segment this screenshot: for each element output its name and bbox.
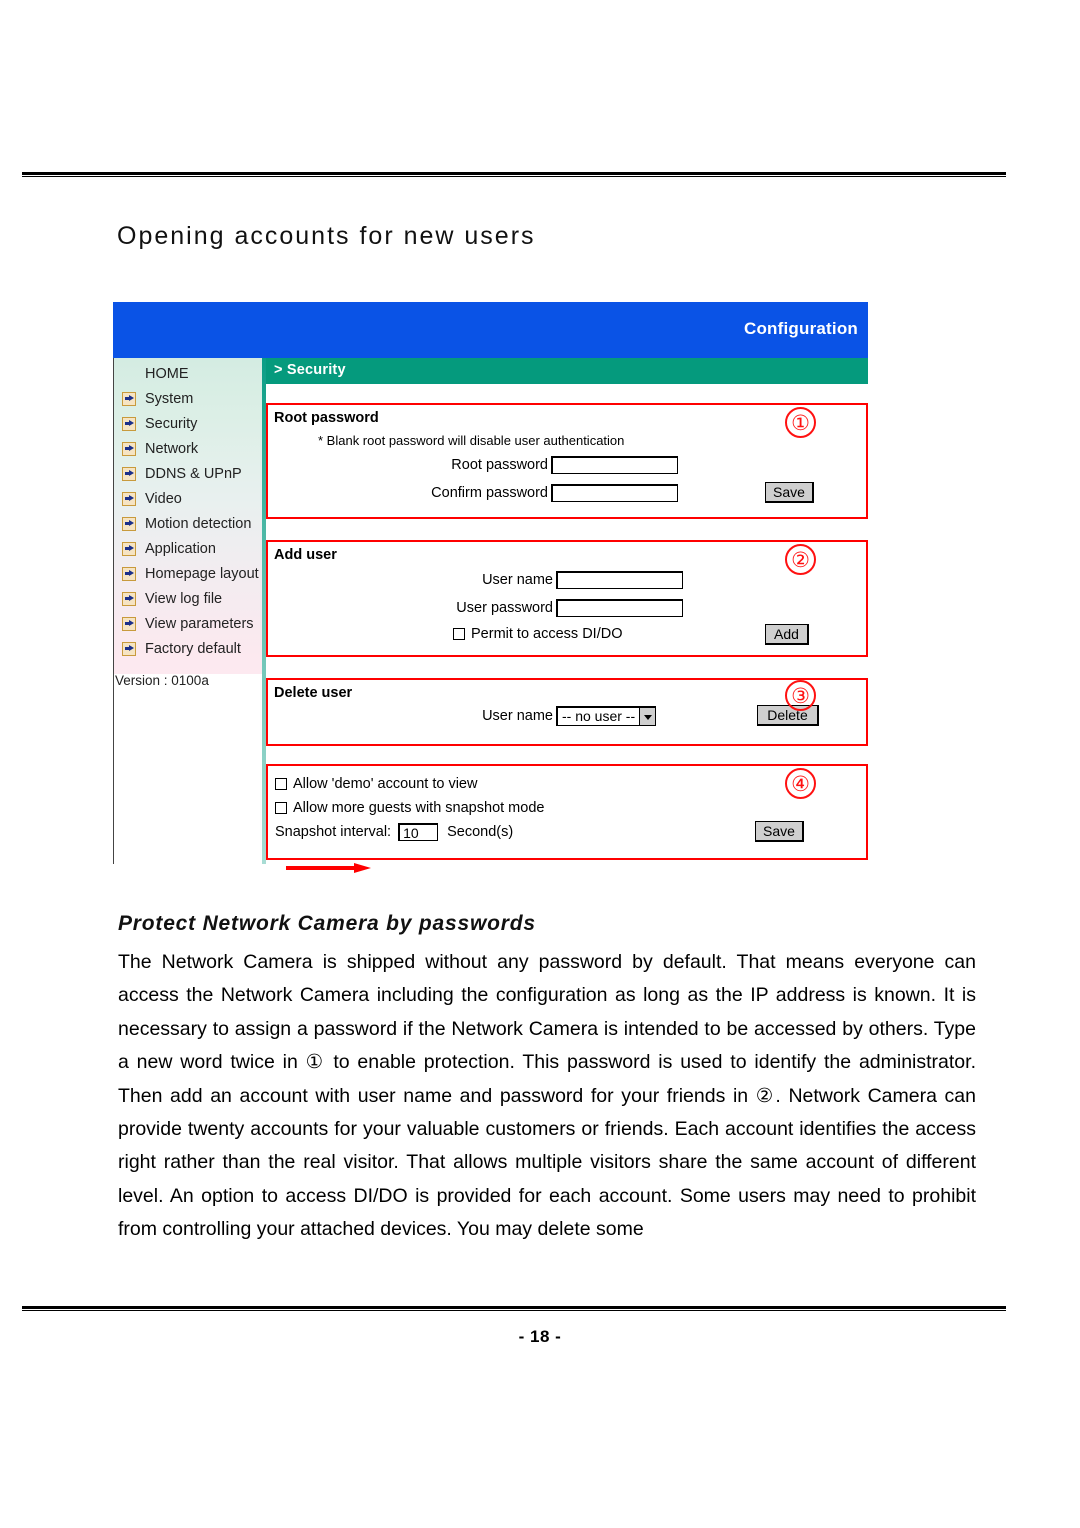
sidebar-item-label: Video — [145, 490, 182, 507]
sidebar: HOME System Security Network DDNS & UPnP… — [114, 358, 262, 674]
allow-demo-row[interactable]: Allow 'demo' account to view — [275, 776, 477, 792]
add-user-name-input[interactable] — [556, 571, 683, 589]
root-password-row: Root password — [408, 456, 678, 474]
guest-options-save-button[interactable]: Save — [755, 821, 804, 842]
sidebar-item-label: DDNS & UPnP — [145, 465, 242, 482]
guest-options-panel: Allow 'demo' account to view Allow more … — [266, 764, 868, 860]
add-user-password-label: User password — [456, 600, 553, 616]
sidebar-item-video[interactable]: Video — [122, 486, 182, 511]
app-title: Configuration — [743, 319, 858, 338]
delete-user-name-row: User name -- no user -- — [413, 706, 656, 726]
sidebar-item-label: Application — [145, 540, 216, 557]
allow-demo-checkbox[interactable] — [275, 778, 287, 790]
sidebar-item-home[interactable]: HOME — [122, 361, 189, 386]
step-marker-2: ② — [785, 544, 816, 575]
root-password-input[interactable] — [551, 456, 678, 474]
page-title: Opening accounts for new users — [117, 222, 536, 250]
add-user-password-row: User password — [413, 599, 683, 617]
body-paragraph: The Network Camera is shipped without an… — [118, 951, 976, 1241]
add-user-name-row: User name — [413, 571, 683, 589]
delete-user-selected-value: -- no user -- — [562, 708, 636, 724]
confirm-password-label: Confirm password — [431, 485, 548, 501]
snapshot-interval-label: Snapshot interval: — [275, 824, 392, 840]
snapshot-interval-unit: Second(s) — [447, 824, 514, 840]
breadcrumb: > Security — [274, 362, 346, 378]
delete-user-title: Delete user — [274, 685, 353, 701]
firmware-version: Version : 0100a — [115, 673, 209, 688]
allow-guests-checkbox[interactable] — [275, 802, 287, 814]
snapshot-interval-input[interactable]: 10 — [398, 823, 439, 841]
root-password-save-button[interactable]: Save — [765, 482, 814, 503]
sidebar-item-label: HOME — [145, 365, 189, 382]
arrow-icon — [122, 591, 136, 606]
sidebar-item-security[interactable]: Security — [122, 411, 197, 436]
red-pointer-arrow-icon — [286, 863, 372, 873]
sidebar-item-label: Homepage layout — [145, 565, 259, 582]
arrow-icon — [122, 466, 136, 481]
confirm-password-row: Confirm password — [408, 484, 678, 502]
permit-dido-label: Permit to access DI/DO — [471, 626, 623, 642]
step-marker-1: ① — [785, 407, 816, 438]
footer-rule — [22, 1306, 1006, 1312]
add-user-password-input[interactable] — [556, 599, 683, 617]
sidebar-item-application[interactable]: Application — [122, 536, 216, 561]
page-number: - 18 - — [518, 1327, 562, 1346]
sidebar-lower-blank — [114, 674, 262, 864]
permit-dido-checkbox[interactable] — [453, 628, 465, 640]
sidebar-item-network[interactable]: Network — [122, 436, 198, 461]
arrow-icon — [122, 641, 136, 656]
arrow-icon — [122, 391, 136, 406]
permit-dido-row[interactable]: Permit to access DI/DO — [453, 626, 622, 642]
root-password-title: Root password — [274, 410, 379, 426]
arrow-icon — [122, 491, 136, 506]
sidebar-item-label: View parameters — [145, 615, 254, 632]
arrow-icon — [122, 541, 136, 556]
step-marker-4: ④ — [785, 768, 816, 799]
sidebar-item-label: View log file — [145, 590, 223, 607]
delete-user-name-label: User name — [482, 708, 553, 724]
arrow-icon — [122, 516, 136, 531]
sidebar-item-label: Motion detection — [145, 515, 252, 532]
add-user-panel: Add user User name User password Permit … — [266, 540, 868, 873]
header-rule — [22, 172, 1006, 178]
sidebar-item-view-parameters[interactable]: View parameters — [122, 611, 254, 636]
delete-user-button[interactable]: Delete — [757, 705, 819, 726]
root-password-panel: Root password * Blank root password will… — [266, 403, 868, 519]
sidebar-item-factory-default[interactable]: Factory default — [122, 636, 241, 661]
sidebar-item-label: Security — [145, 415, 198, 432]
allow-guests-row[interactable]: Allow more guests with snapshot mode — [275, 800, 544, 816]
sidebar-item-motion-detection[interactable]: Motion detection — [122, 511, 251, 536]
delete-user-select[interactable]: -- no user -- — [556, 706, 656, 726]
step-marker-3: ③ — [785, 680, 816, 711]
arrow-icon — [122, 566, 136, 581]
chevron-down-icon[interactable] — [639, 708, 655, 725]
arrow-icon — [122, 616, 136, 631]
sidebar-item-view-log-file[interactable]: View log file — [122, 586, 222, 611]
add-user-title: Add user — [274, 547, 337, 563]
sidebar-item-system[interactable]: System — [122, 386, 193, 411]
breadcrumb-bar: > Security — [266, 358, 868, 384]
arrow-icon — [122, 441, 136, 456]
confirm-password-input[interactable] — [551, 484, 678, 502]
sidebar-item-label: System — [145, 390, 194, 407]
sidebar-item-ddns-upnp[interactable]: DDNS & UPnP — [122, 461, 242, 486]
root-password-label: Root password — [451, 457, 548, 473]
allow-demo-label: Allow 'demo' account to view — [293, 776, 478, 792]
allow-guests-label: Allow more guests with snapshot mode — [293, 800, 545, 816]
sidebar-item-label: Factory default — [145, 640, 241, 657]
camera-config-screenshot: Configuration HOME System Security Netwo… — [113, 302, 868, 873]
sidebar-item-homepage-layout[interactable]: Homepage layout — [122, 561, 259, 586]
sidebar-item-label: Network — [145, 440, 199, 457]
root-password-hint: * Blank root password will disable user … — [318, 433, 625, 448]
add-user-name-label: User name — [482, 572, 553, 588]
section-subtitle: Protect Network Camera by passwords — [118, 912, 536, 935]
delete-user-panel: Delete user User name -- no user -- Dele… — [266, 678, 868, 746]
arrow-icon — [122, 416, 136, 431]
snapshot-interval-row: Snapshot interval: 10 Second(s) — [275, 823, 513, 841]
add-user-button[interactable]: Add — [765, 624, 809, 645]
app-header-bar: Configuration — [113, 302, 868, 358]
